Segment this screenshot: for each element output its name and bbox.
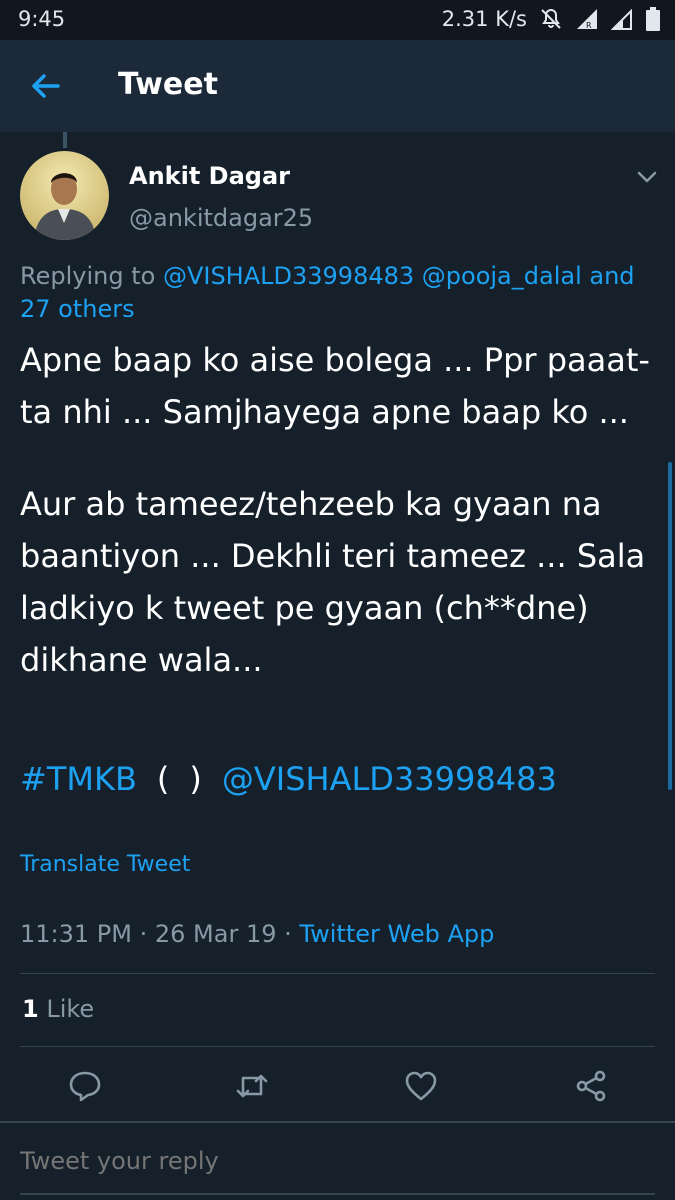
- tweet-tags: #TMKB ( ) @VISHALD33998483: [20, 760, 557, 798]
- chevron-down-icon[interactable]: [635, 167, 659, 187]
- avatar[interactable]: [20, 151, 109, 240]
- tweet-source-link[interactable]: Twitter Web App: [299, 920, 494, 948]
- replying-to: Replying to @VISHALD33998483 @pooja_dala…: [20, 260, 650, 326]
- battery-icon: [645, 6, 661, 32]
- reply-icon[interactable]: [67, 1068, 103, 1104]
- status-bar: 9:45 2.31 K/s R: [0, 0, 675, 40]
- reply-underline: [20, 1193, 655, 1195]
- tweet-text: Apne baap ko aise bolega ... Ppr paaat-t…: [20, 334, 655, 686]
- paren-open: (: [156, 760, 170, 798]
- retweet-icon[interactable]: [234, 1068, 270, 1104]
- page-title: Tweet: [118, 67, 218, 102]
- tweet-paragraph: Apne baap ko aise bolega ... Ppr paaat-t…: [20, 341, 650, 431]
- tweet-paragraph: Aur ab tameez/tehzeeb ka gyaan na baanti…: [20, 485, 646, 679]
- divider: [20, 973, 655, 974]
- like-label: Like: [46, 995, 95, 1023]
- thread-connector: [63, 132, 67, 148]
- share-icon[interactable]: [573, 1068, 609, 1104]
- tweet-timestamp: 11:31 PM · 26 Mar 19 · Twitter Web App: [20, 920, 495, 948]
- like-icon[interactable]: [403, 1068, 439, 1104]
- tweet-actions: [0, 1060, 675, 1114]
- replying-prefix: Replying to: [20, 262, 156, 290]
- signal-roaming-icon: R: [575, 7, 599, 31]
- app-bar: Tweet: [0, 40, 675, 132]
- status-icons: 2.31 K/s R: [442, 6, 661, 32]
- network-speed: 2.31 K/s: [441, 7, 527, 31]
- author-name[interactable]: Ankit Dagar: [129, 162, 290, 190]
- reply-input[interactable]: [20, 1147, 640, 1175]
- hashtag-link[interactable]: #TMKB: [20, 760, 137, 798]
- scrollbar[interactable]: [668, 462, 672, 790]
- status-time: 9:45: [18, 7, 66, 31]
- like-count: 1: [22, 995, 39, 1023]
- like-count-row[interactable]: 1 Like: [22, 995, 94, 1023]
- signal-icon: [611, 7, 633, 31]
- svg-text:R: R: [586, 21, 592, 30]
- paren-close: ): [189, 760, 202, 798]
- mention-link[interactable]: @VISHALD33998483: [222, 760, 557, 798]
- author-handle[interactable]: @ankitdagar25: [129, 204, 313, 232]
- tweet-time: 11:31 PM: [20, 920, 132, 948]
- divider: [20, 1046, 655, 1047]
- reply-bar: [0, 1121, 675, 1200]
- mute-icon: [539, 7, 563, 31]
- translate-tweet-link[interactable]: Translate Tweet: [20, 852, 190, 877]
- back-arrow-icon[interactable]: [28, 68, 64, 104]
- tweet-date: 26 Mar 19: [154, 920, 277, 948]
